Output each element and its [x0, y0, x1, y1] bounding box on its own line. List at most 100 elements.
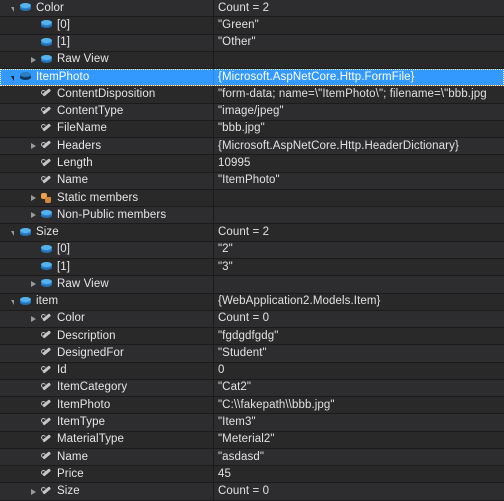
variable-row[interactable]: [0] "2"	[0, 241, 504, 259]
expander-expand-icon[interactable]	[27, 190, 39, 206]
variable-name-cell[interactable]: ItemPhoto	[0, 397, 214, 414]
variable-value-cell[interactable]: {Microsoft.AspNetCore.Http.HeaderDiction…	[214, 138, 504, 154]
variable-name-cell[interactable]: ItemPhoto	[0, 69, 214, 86]
expander-collapse-icon[interactable]	[6, 69, 18, 85]
variable-name-cell[interactable]: [0]	[0, 17, 214, 34]
variable-name-cell[interactable]: ContentDisposition	[0, 86, 214, 103]
variable-row[interactable]: Name "asdasd"	[0, 448, 504, 467]
variable-row[interactable]: ItemPhoto "C:\\fakepath\\bbb.jpg"	[0, 397, 504, 415]
variable-row[interactable]: [1] "Other"	[0, 34, 504, 52]
variable-value-cell[interactable]: {Microsoft.AspNetCore.Http.FormFile}	[214, 69, 504, 85]
expander-collapse-icon[interactable]	[6, 224, 18, 240]
variable-name-cell[interactable]: Name	[0, 172, 214, 189]
variable-name-cell[interactable]: ContentType	[0, 103, 214, 120]
variable-row[interactable]: Headers {Microsoft.AspNetCore.Http.Header…	[0, 138, 504, 156]
variable-name-cell[interactable]: [1]	[0, 34, 214, 51]
variable-name-cell[interactable]: DesignedFor	[0, 345, 214, 362]
variable-row[interactable]: ItemPhoto {Microsoft.AspNetCore.Http.Form…	[0, 69, 504, 87]
variable-name-cell[interactable]: Raw View	[0, 276, 214, 293]
variable-value-cell[interactable]: "Item3"	[214, 414, 504, 430]
variable-row[interactable]: Id 0	[0, 362, 504, 380]
variable-name-cell[interactable]: Size	[0, 224, 214, 241]
variable-name-cell[interactable]: Headers	[0, 138, 214, 155]
variable-name-cell[interactable]: FileName	[0, 120, 214, 138]
expander-expand-icon[interactable]	[27, 276, 39, 292]
variable-row[interactable]: DesignedFor "Student"	[0, 345, 504, 363]
variable-value-cell[interactable]	[214, 207, 504, 223]
expander-expand-icon[interactable]	[27, 138, 39, 154]
variable-value-cell[interactable]: "C:\\fakepath\\bbb.jpg"	[214, 397, 504, 413]
expander-expand-icon[interactable]	[27, 52, 39, 68]
variable-row[interactable]: [1] "3"	[0, 258, 504, 277]
variable-row[interactable]: ItemType "Item3"	[0, 414, 504, 432]
variable-name-cell[interactable]: Size	[0, 483, 214, 500]
variable-row[interactable]: ContentType "image/jpeg"	[0, 103, 504, 121]
variable-row[interactable]: Raw View	[0, 276, 504, 294]
variable-row[interactable]: Size Count = 2	[0, 224, 504, 242]
variable-row[interactable]: Length 10995	[0, 155, 504, 173]
variable-value-cell[interactable]: 45	[214, 466, 504, 482]
variable-value-cell[interactable]: "Other"	[214, 35, 504, 51]
expander-expand-icon[interactable]	[27, 207, 39, 223]
variable-row[interactable]: Static members	[0, 189, 504, 208]
variable-value-cell[interactable]: {WebApplication2.Models.Item}	[214, 294, 504, 310]
variable-value-cell[interactable]: "form-data; name=\"ItemPhoto\"; filename…	[214, 86, 504, 102]
variable-row[interactable]: FileName "bbb.jpg"	[0, 120, 504, 139]
expander-collapse-icon[interactable]	[6, 294, 18, 310]
variable-value-cell[interactable]: "asdasd"	[214, 449, 504, 465]
variable-row[interactable]: Size Count = 0	[0, 483, 504, 501]
variable-name-cell[interactable]: Static members	[0, 189, 214, 207]
variable-value-cell[interactable]: "fgdgdfgdg"	[214, 328, 504, 344]
variable-value-cell[interactable]: "2"	[214, 242, 504, 258]
variable-name-cell[interactable]: Non-Public members	[0, 207, 214, 224]
variable-name-cell[interactable]: ItemCategory	[0, 379, 214, 397]
variable-name-cell[interactable]: Id	[0, 362, 214, 379]
variable-value-cell[interactable]: "bbb.jpg"	[214, 121, 504, 137]
variable-row[interactable]: MaterialType "Meterial2"	[0, 431, 504, 449]
variable-row[interactable]: [0] "Green"	[0, 17, 504, 35]
variable-name-cell[interactable]: [0]	[0, 241, 214, 258]
variable-row[interactable]: ContentDisposition "form-data; name=\"Ite…	[0, 86, 504, 104]
variable-name-label: DesignedFor	[57, 346, 124, 359]
variable-row[interactable]: Description "fgdgdfgdg"	[0, 328, 504, 346]
variable-row[interactable]: Raw View	[0, 51, 504, 70]
variable-name-cell[interactable]: Length	[0, 155, 214, 172]
variable-name-cell[interactable]: MaterialType	[0, 431, 214, 448]
variable-value-cell[interactable]: Count = 2	[214, 0, 504, 16]
variable-value-cell[interactable]	[214, 190, 504, 206]
variable-row[interactable]: Price 45	[0, 466, 504, 484]
variable-name-cell[interactable]: ItemType	[0, 414, 214, 431]
variable-name-cell[interactable]: item	[0, 293, 214, 310]
variable-value-cell[interactable]: "Student"	[214, 345, 504, 361]
locals-variables-grid[interactable]: Color Count = 2 [0] "Green" [1] "Other" Raw Vi…	[0, 0, 504, 501]
variable-row[interactable]: Name "ItemPhoto"	[0, 172, 504, 190]
variable-value-cell[interactable]: "Meterial2"	[214, 432, 504, 448]
variable-value-cell[interactable]: Count = 2	[214, 224, 504, 240]
variable-value-cell[interactable]: Count = 0	[214, 483, 504, 499]
variable-row[interactable]: item {WebApplication2.Models.Item}	[0, 293, 504, 311]
variable-value-cell[interactable]: 10995	[214, 155, 504, 171]
variable-value-cell[interactable]: "Green"	[214, 17, 504, 33]
variable-value-cell[interactable]	[214, 276, 504, 292]
variable-value-cell[interactable]: "Cat2"	[214, 380, 504, 396]
variable-value-cell[interactable]: "image/jpeg"	[214, 104, 504, 120]
variable-value-cell[interactable]: "ItemPhoto"	[214, 173, 504, 189]
variable-row[interactable]: Color Count = 0	[0, 310, 504, 329]
variable-name-cell[interactable]: Name	[0, 448, 214, 466]
variable-value-cell[interactable]	[214, 52, 504, 68]
variable-value-cell[interactable]: "3"	[214, 259, 504, 275]
variable-row[interactable]: ItemCategory "Cat2"	[0, 379, 504, 398]
variable-name-cell[interactable]: Color	[0, 310, 214, 328]
variable-name-cell[interactable]: Description	[0, 328, 214, 345]
variable-row[interactable]: Color Count = 2	[0, 0, 504, 18]
expander-expand-icon[interactable]	[27, 483, 39, 499]
variable-value-cell[interactable]: Count = 0	[214, 311, 504, 327]
variable-row[interactable]: Non-Public members	[0, 207, 504, 225]
variable-name-cell[interactable]: Raw View	[0, 51, 214, 69]
variable-name-cell[interactable]: [1]	[0, 258, 214, 276]
variable-value-cell[interactable]: 0	[214, 363, 504, 379]
variable-name-cell[interactable]: Price	[0, 466, 214, 483]
expander-collapse-icon[interactable]	[6, 0, 18, 16]
expander-expand-icon[interactable]	[27, 311, 39, 327]
variable-name-cell[interactable]: Color	[0, 0, 214, 17]
